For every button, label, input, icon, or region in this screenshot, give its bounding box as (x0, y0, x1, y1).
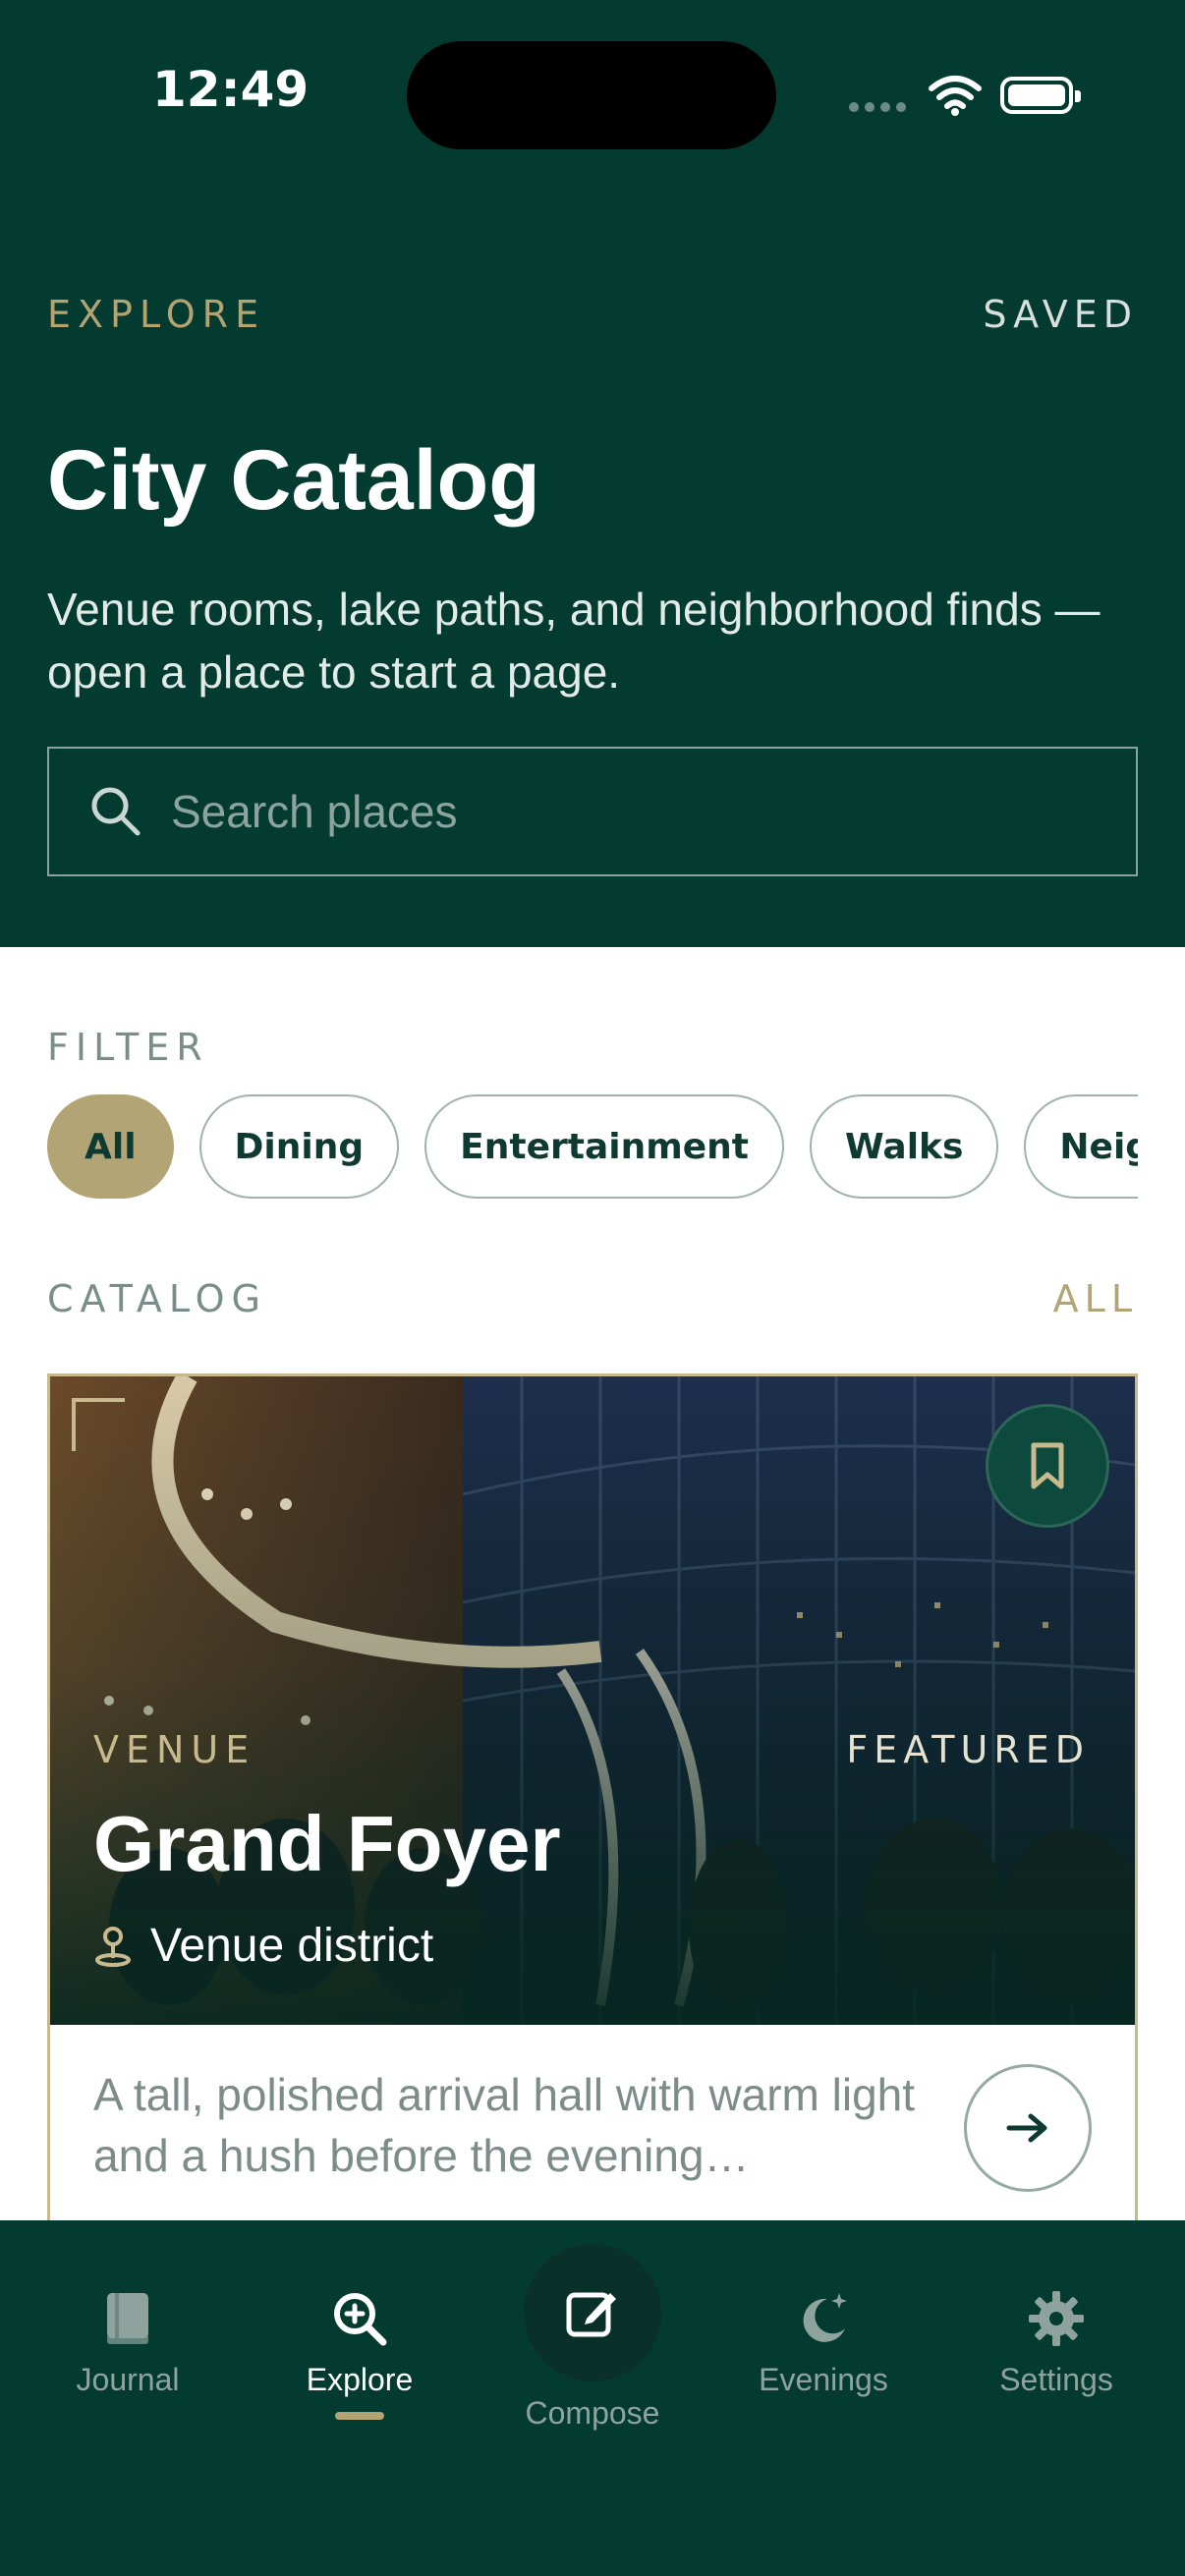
compose-icon (566, 2292, 616, 2337)
catalog-all-link[interactable]: ALL (1053, 1277, 1138, 1320)
explore-icon (334, 2293, 387, 2346)
location-pin-icon (95, 1926, 131, 1967)
moon-icon (803, 2293, 847, 2342)
chip-neighborhood[interactable]: Neighborh (1024, 1094, 1138, 1199)
open-place-button[interactable] (964, 2064, 1092, 2192)
search-field[interactable] (47, 747, 1138, 876)
section-eyebrow: EXPLORE (47, 293, 266, 336)
wifi-icon (928, 75, 983, 120)
dynamic-island (407, 41, 776, 149)
card-corner-mark (72, 1398, 125, 1451)
chip-entertainment[interactable]: Entertainment (424, 1094, 784, 1199)
tab-journal-label: Journal (76, 2362, 180, 2397)
bookmark-button[interactable] (986, 1404, 1109, 1528)
catalog-label: CATALOG (47, 1277, 268, 1320)
tab-settings[interactable]: Settings (958, 2289, 1155, 2398)
featured-badge: FEATURED (846, 1728, 1090, 1771)
tab-bar: Journal Explore Compose Evenings Setting… (0, 2220, 1185, 2576)
gear-icon (1029, 2291, 1084, 2346)
tab-compose[interactable]: Compose (494, 2244, 691, 2432)
page-subtitle: Venue rooms, lake paths, and neighborhoo… (47, 584, 1100, 698)
tab-evenings-label: Evenings (759, 2362, 888, 2397)
card-location: Venue district (93, 1919, 433, 1973)
arrow-right-icon (1006, 2113, 1047, 2143)
cellular-signal-icon (849, 100, 908, 114)
card-title: Grand Foyer (93, 1800, 561, 1887)
compose-button[interactable] (524, 2244, 661, 2381)
card-photo: VENUE FEATURED Grand Foyer Venue distric… (50, 1376, 1135, 2025)
page-title: City Catalog (47, 433, 540, 528)
tab-explore-label: Explore (306, 2362, 414, 2397)
chip-dining[interactable]: Dining (198, 1094, 400, 1199)
tab-evenings[interactable]: Evenings (725, 2289, 922, 2398)
tab-explore[interactable]: Explore (261, 2289, 458, 2420)
bookmark-icon (1031, 1442, 1064, 1489)
card-location-text: Venue district (150, 1920, 434, 1972)
chip-all[interactable]: All (47, 1094, 174, 1199)
saved-link[interactable]: SAVED (983, 293, 1138, 336)
tab-journal[interactable]: Journal (29, 2289, 226, 2398)
tab-compose-label: Compose (525, 2395, 660, 2431)
battery-icon (1000, 77, 1081, 114)
filter-chips: All Dining Entertainment Walks Neighborh (47, 1094, 1138, 1203)
active-tab-indicator (335, 2412, 384, 2420)
tab-settings-label: Settings (999, 2362, 1113, 2397)
filter-label: FILTER (47, 1026, 209, 1069)
card-kind: VENUE (93, 1728, 256, 1771)
place-card[interactable]: VENUE FEATURED Grand Foyer Venue distric… (47, 1373, 1138, 2228)
status-time: 12:49 (152, 61, 310, 118)
search-input[interactable] (169, 784, 1057, 839)
card-description: A tall, polished arrival hall with warm … (93, 2069, 916, 2181)
search-icon (91, 787, 141, 836)
chip-walks[interactable]: Walks (809, 1094, 999, 1199)
book-icon (107, 2293, 148, 2344)
